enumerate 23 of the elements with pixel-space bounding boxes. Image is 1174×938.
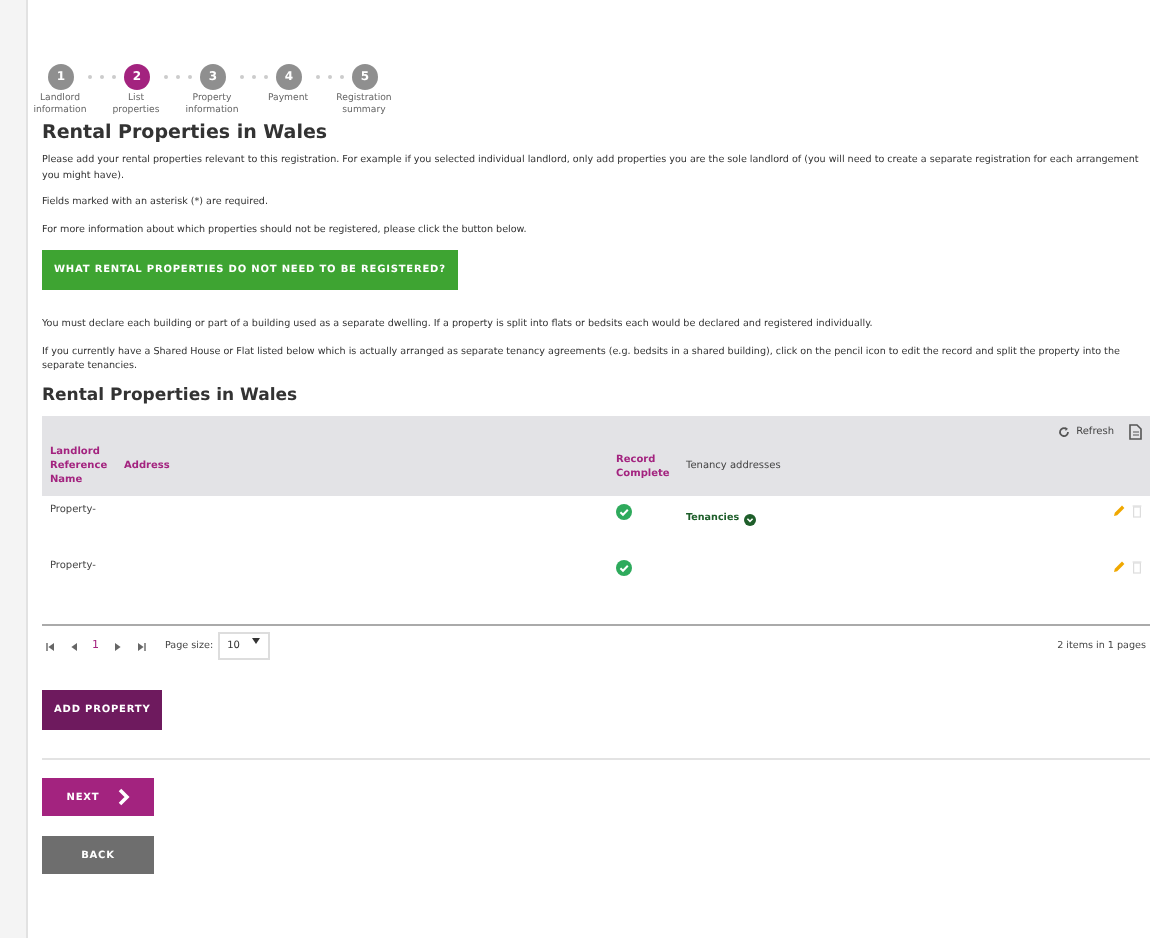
dots-icon xyxy=(86,74,118,80)
caret-icon xyxy=(251,638,260,645)
dots-icon xyxy=(238,74,270,80)
trash-icon xyxy=(1132,504,1142,519)
document-icon xyxy=(1128,424,1142,441)
refresh-icon xyxy=(1058,426,1071,439)
chevron-circle-icon xyxy=(743,513,756,526)
edit-button[interactable] xyxy=(1112,504,1126,519)
pencil-icon xyxy=(1112,504,1126,519)
chevron-right-icon xyxy=(117,788,130,807)
pencil-icon xyxy=(1112,560,1126,575)
last-page-icon xyxy=(135,641,145,652)
dots-icon xyxy=(162,74,194,80)
next-page-icon xyxy=(113,641,121,652)
previous-page-icon xyxy=(70,641,78,652)
delete-button[interactable] xyxy=(1132,560,1142,575)
table-heading: Rental Properties in Wales xyxy=(42,386,300,407)
trash-icon xyxy=(1132,560,1142,575)
first-page-icon xyxy=(46,641,56,652)
edit-button[interactable] xyxy=(1112,560,1126,575)
dots-icon xyxy=(314,74,346,80)
page-heading: Rental Properties in Wales xyxy=(42,122,330,145)
delete-button[interactable] xyxy=(1132,504,1142,519)
